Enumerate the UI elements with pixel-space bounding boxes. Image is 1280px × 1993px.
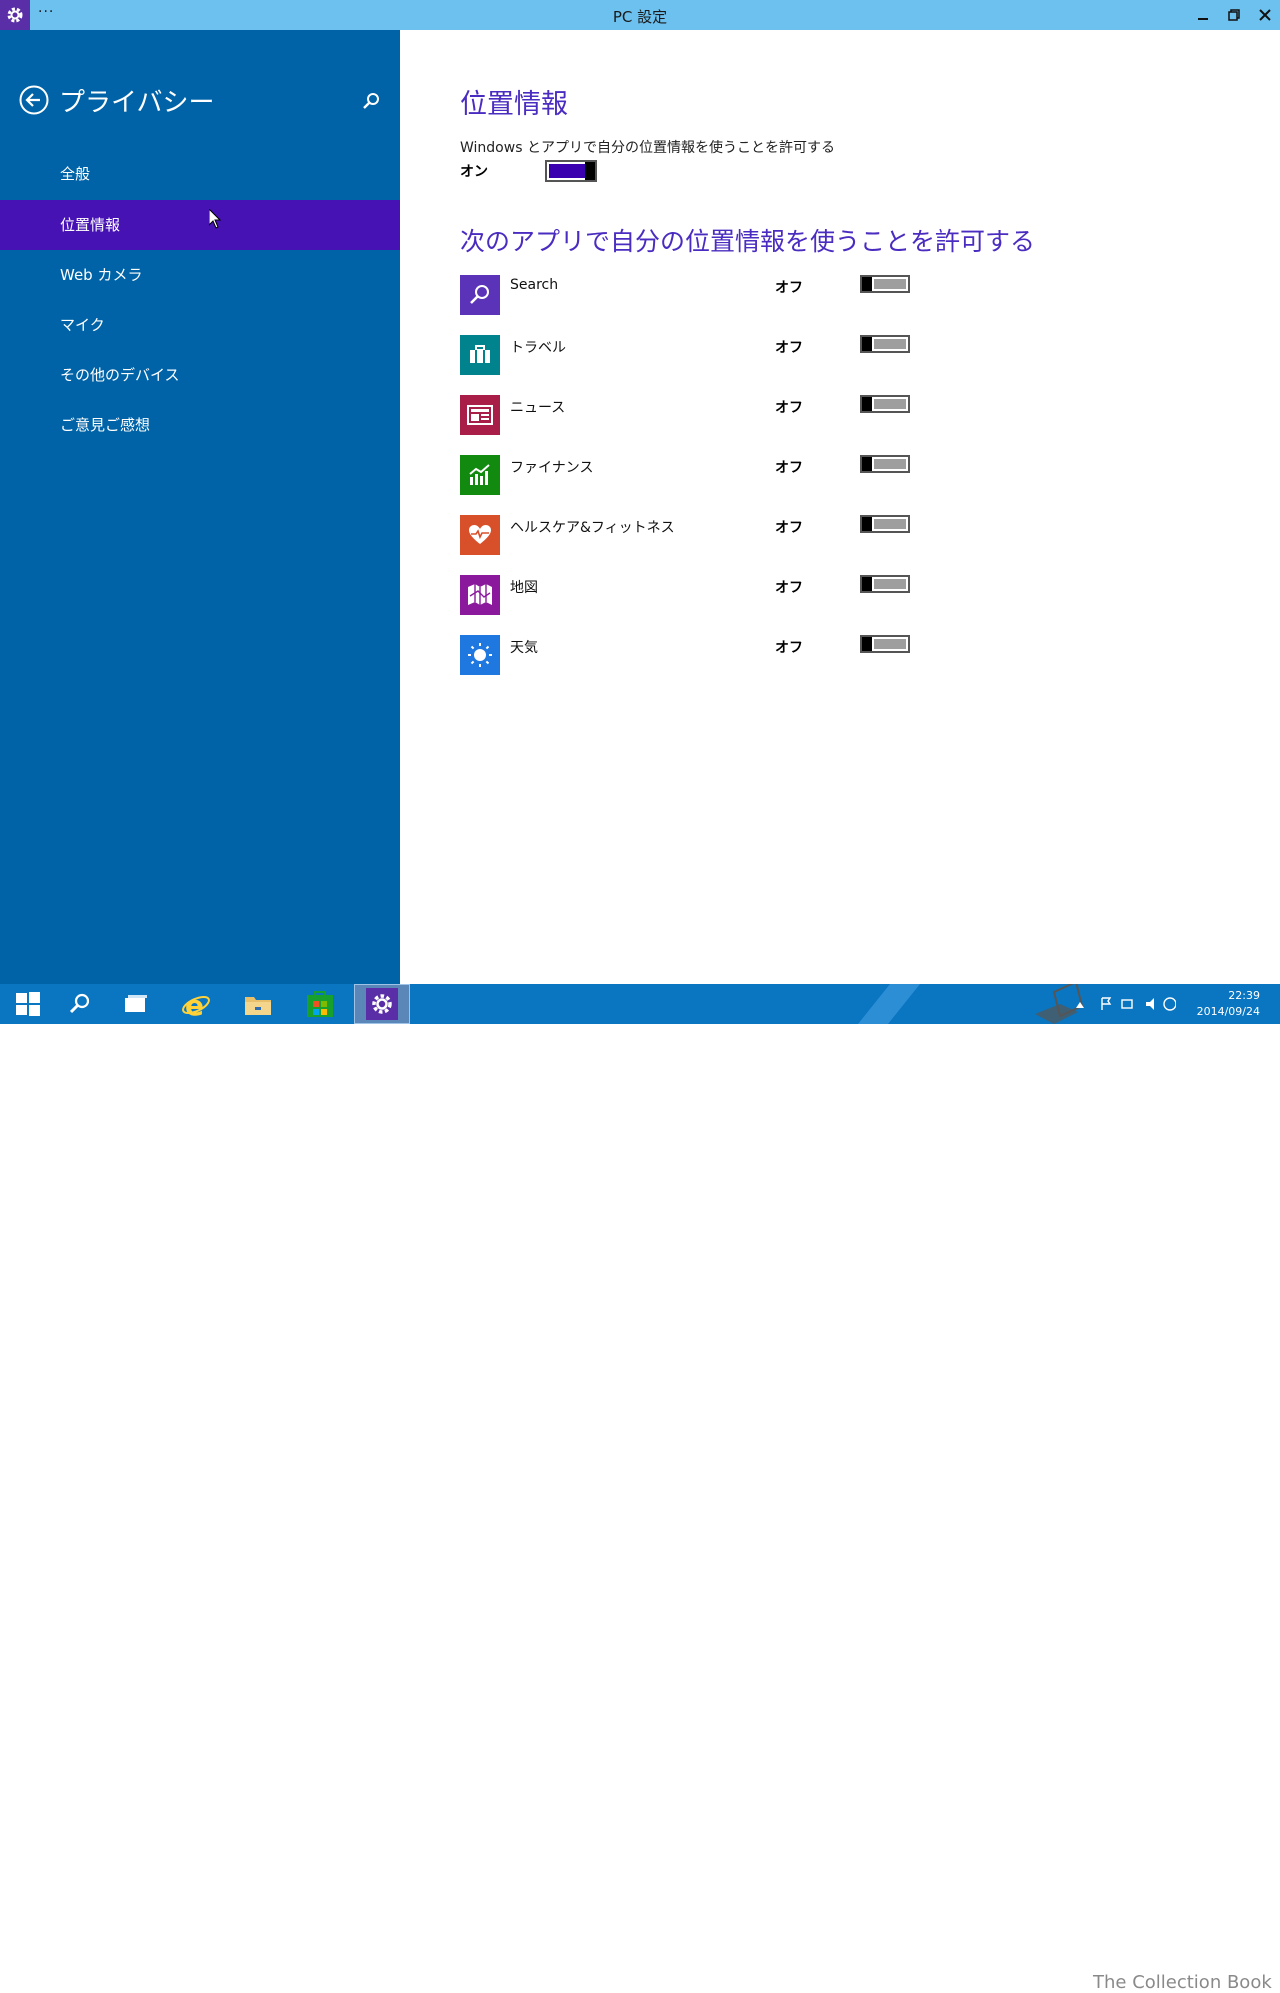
app-toggle[interactable] <box>860 635 910 653</box>
ime-icon <box>1163 997 1176 1011</box>
toggle-fill <box>549 164 585 178</box>
page-title: プライバシー <box>59 88 215 118</box>
taskbar-decoration <box>858 984 920 1024</box>
app-toggle[interactable] <box>860 275 910 293</box>
search-icon <box>69 993 90 1014</box>
heart-icon <box>460 515 500 555</box>
app-toggle[interactable] <box>860 335 910 353</box>
main-content: 位置情報 Windows とアプリで自分の位置情報を使うことを許可する オン 次… <box>400 30 1280 984</box>
back-arrow-icon <box>19 85 49 115</box>
close-icon <box>1259 9 1271 21</box>
app-state: オフ <box>775 640 803 656</box>
sidebar-item-webcam[interactable]: Web カメラ <box>0 250 400 300</box>
app-name: ファイナンス <box>510 460 594 476</box>
title-bar: ··· PC 設定 <box>0 0 1280 30</box>
sidebar-item-other-devices[interactable]: その他のデバイス <box>0 350 400 400</box>
clock-date: 2014/09/24 <box>1196 1005 1260 1018</box>
network-icon <box>1121 999 1133 1009</box>
search-icon <box>460 275 500 315</box>
sidebar-item-feedback[interactable]: ご意見ご感想 <box>0 400 400 450</box>
sidebar: プライバシー 全般 位置情報 Web カメラ マイク その他のデバイス ご意見ご… <box>0 30 400 984</box>
restore-icon <box>1228 9 1240 21</box>
app-toggle[interactable] <box>860 575 910 593</box>
search-icon <box>363 93 379 109</box>
chart-icon <box>460 455 500 495</box>
start-button[interactable] <box>0 984 56 1024</box>
windows-logo-icon <box>16 992 40 1016</box>
internet-explorer-icon: e <box>182 989 210 1019</box>
clock-time: 22:39 <box>1228 989 1260 1002</box>
tray-icons-group <box>1076 997 1176 1011</box>
suitcase-icon <box>460 335 500 375</box>
minimize-button[interactable] <box>1188 0 1218 30</box>
app-state: オフ <box>775 280 803 296</box>
app-name: 天気 <box>510 640 538 656</box>
search-button[interactable] <box>360 90 382 112</box>
restore-button[interactable] <box>1219 0 1249 30</box>
folder-icon <box>245 997 271 1015</box>
app-row-maps: 地図 オフ <box>460 575 920 615</box>
app-row-search: Search オフ <box>460 275 920 315</box>
taskbar: e The Collection Book 22:39 2014/09/24 <box>0 984 1280 1993</box>
app-state: オフ <box>775 580 803 596</box>
app-state: オフ <box>775 460 803 476</box>
close-button[interactable] <box>1250 0 1280 30</box>
internet-explorer-button[interactable]: e <box>168 984 224 1024</box>
window-title: PC 設定 <box>612 8 668 26</box>
minimize-icon <box>1198 18 1208 20</box>
file-explorer-button[interactable] <box>230 984 286 1024</box>
watermark-text: The Collection Book <box>1093 1972 1272 1993</box>
mouse-cursor-icon <box>208 207 222 233</box>
app-toggle[interactable] <box>860 455 910 473</box>
app-name: Search <box>510 277 559 293</box>
app-state: オフ <box>775 400 803 416</box>
back-button[interactable] <box>19 85 49 115</box>
app-name: トラベル <box>510 340 566 356</box>
pc-settings-button[interactable] <box>354 984 410 1024</box>
newspaper-icon <box>460 395 500 435</box>
app-toggle[interactable] <box>860 515 910 533</box>
volume-icon <box>1146 998 1154 1010</box>
app-row-health-fitness: ヘルスケア&フィットネス オフ <box>460 515 920 555</box>
map-icon <box>460 575 500 615</box>
sidebar-item-general[interactable]: 全般 <box>0 149 400 199</box>
tray-icons[interactable] <box>1076 984 1176 1024</box>
task-view-icon <box>125 995 147 1012</box>
toggle-thumb <box>585 162 595 180</box>
location-toggle[interactable] <box>545 160 597 182</box>
clock[interactable]: 22:39 2014/09/24 <box>1197 988 1260 1020</box>
location-heading: 位置情報 <box>460 89 568 120</box>
taskbar-search-button[interactable] <box>52 984 108 1024</box>
show-hidden-icons-icon <box>1076 1002 1084 1008</box>
app-name: ヘルスケア&フィットネス <box>510 520 675 536</box>
app-toggle[interactable] <box>860 395 910 413</box>
sidebar-item-location[interactable]: 位置情報 <box>0 200 400 250</box>
app-row-news: ニュース オフ <box>460 395 920 435</box>
app-name: ニュース <box>510 400 566 416</box>
app-name: 地図 <box>510 580 538 596</box>
settings-gear-icon <box>366 988 398 1020</box>
store-icon <box>307 991 333 1017</box>
sun-icon <box>460 635 500 675</box>
task-view-button[interactable] <box>108 984 164 1024</box>
location-description: Windows とアプリで自分の位置情報を使うことを許可する <box>460 140 835 156</box>
app-row-weather: 天気 オフ <box>460 635 920 675</box>
app-row-finance: ファイナンス オフ <box>460 455 920 495</box>
action-center-flag-icon <box>1101 997 1112 1010</box>
app-state: オフ <box>775 520 803 536</box>
app-state: オフ <box>775 340 803 356</box>
app-row-travel: トラベル オフ <box>460 335 920 375</box>
apps-heading: 次のアプリで自分の位置情報を使うことを許可する <box>460 227 1036 256</box>
store-button[interactable] <box>292 984 348 1024</box>
sidebar-item-microphone[interactable]: マイク <box>0 300 400 350</box>
location-state-label: オン <box>460 164 488 180</box>
